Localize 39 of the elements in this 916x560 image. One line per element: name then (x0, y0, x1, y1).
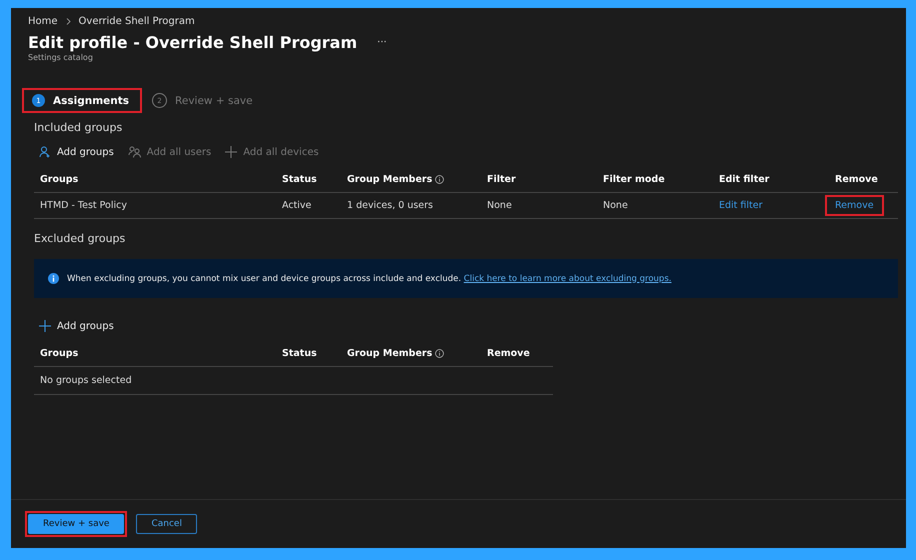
table-cell-text: 1 devices, 0 users (346, 199, 434, 213)
chevron-icon (66, 18, 71, 25)
column-header: Status (276, 340, 341, 367)
info-icon (48, 273, 59, 284)
empty-message: No groups selected (39, 374, 133, 388)
page-title: Edit profile - Override Shell Program (28, 33, 358, 52)
column-header: Filter (481, 166, 597, 193)
review-save-button[interactable]: Review + save (25, 511, 128, 537)
people-icon (128, 146, 141, 158)
toolbar-button[interactable]: Add groups (39, 146, 114, 158)
plus-icon (225, 146, 238, 158)
breadcrumb-link[interactable]: Override Shell Program (78, 16, 195, 27)
plus-icon (39, 320, 51, 332)
column-header: Group Members (341, 340, 481, 367)
page-subtitle: Settings catalog (28, 53, 94, 62)
learn-more-link[interactable]: Click here to learn more about excluding groups. (464, 274, 672, 284)
column-header: Groups (34, 166, 276, 193)
column-header: Remove (481, 340, 553, 367)
table-cell-text: None (486, 199, 513, 213)
breadcrumb-link[interactable]: Home (28, 16, 58, 27)
table-cell-text: HTMD - Test Policy (39, 199, 128, 213)
column-header: Remove (829, 166, 898, 193)
more-button[interactable]: ··· (377, 37, 387, 48)
person-add-icon (39, 146, 51, 158)
table-link[interactable]: Remove (827, 197, 882, 214)
info-message: When excluding groups, you cannot mix user and device groups across include and exclude. Click here to learn more about excluding groups. (67, 274, 672, 284)
section-heading: Included groups (34, 121, 124, 134)
info-icon[interactable] (435, 348, 444, 358)
column-header: Status (276, 166, 341, 193)
column-header: Group Members (341, 166, 481, 193)
table-cell-text: Active (281, 199, 312, 213)
column-header: Filter mode (597, 166, 713, 193)
section-heading: Excluded groups (34, 232, 126, 245)
info-icon[interactable] (435, 174, 444, 184)
table-cell-text: None (602, 199, 629, 213)
column-header: Groups (34, 340, 276, 367)
table-link[interactable]: Edit filter (711, 197, 771, 214)
column-header: Edit filter (713, 166, 829, 193)
toolbar-button[interactable]: Add groups (39, 320, 114, 332)
